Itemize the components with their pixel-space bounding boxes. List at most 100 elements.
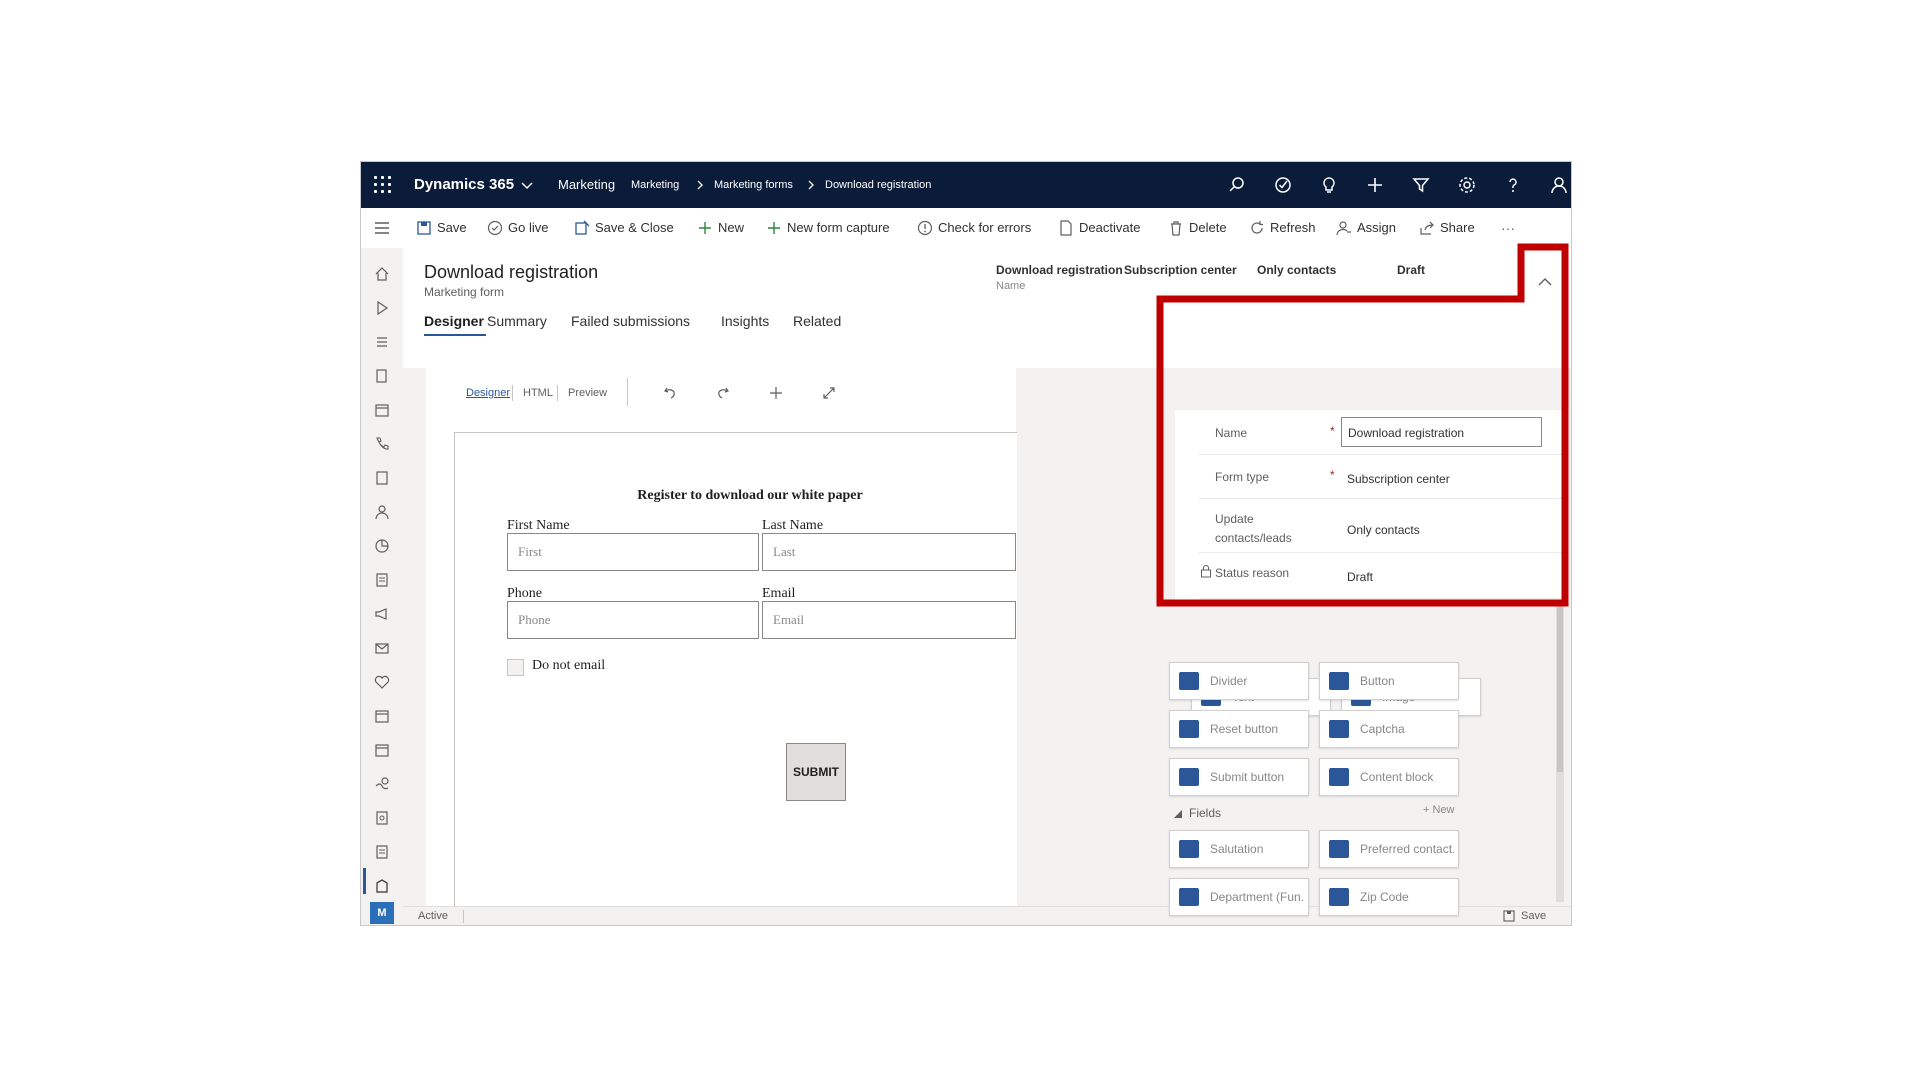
tab-failed-submissions[interactable]: Failed submissions [571, 313, 690, 329]
toolbox-button[interactable]: Button [1319, 662, 1459, 700]
email-input[interactable]: Email [762, 601, 1016, 639]
go-live-button[interactable]: Go live [487, 208, 555, 248]
field-preferred-contact[interactable]: Preferred contact... [1319, 830, 1459, 868]
last-name-input[interactable]: Last [762, 533, 1016, 571]
captcha-icon [1329, 720, 1349, 738]
field-salutation[interactable]: Salutation [1169, 830, 1309, 868]
area-name[interactable]: Marketing [558, 162, 615, 208]
divider-icon [1179, 672, 1199, 690]
segment-icon[interactable] [374, 538, 390, 554]
share-icon [1420, 221, 1434, 235]
book-icon[interactable] [374, 470, 390, 486]
calendar-alt-icon[interactable] [374, 742, 390, 758]
do-not-email-label: Do not email [532, 658, 606, 673]
expand-icon[interactable] [822, 386, 836, 400]
task-check-icon[interactable] [1273, 175, 1293, 195]
email-label: Email [762, 586, 796, 601]
document-icon[interactable] [374, 844, 390, 860]
undo-icon[interactable] [663, 386, 677, 400]
check-errors-button[interactable]: Check for errors [917, 208, 1037, 248]
hamburger-icon[interactable] [374, 221, 390, 235]
top-bar: Dynamics 365 Marketing Marketing Marketi… [361, 162, 1571, 208]
pages-icon[interactable] [374, 368, 390, 384]
designer-toolbar: Designer HTML Preview [426, 368, 1016, 418]
more-commands-button[interactable]: ··· [1501, 208, 1525, 248]
save-close-button[interactable]: Save & Close [574, 208, 679, 248]
new-form-capture-button[interactable]: New form capture [766, 208, 896, 248]
submit-button[interactable]: SUBMIT [786, 743, 846, 801]
app-window: Dynamics 365 Marketing Marketing Marketi… [360, 161, 1572, 926]
plus-icon[interactable] [1365, 175, 1385, 195]
form-canvas: Register to download our white paper Fir… [454, 432, 1017, 907]
area-switcher-icon[interactable]: M [370, 902, 394, 924]
chevron-down-icon[interactable] [521, 179, 533, 191]
list-icon[interactable] [374, 572, 390, 588]
left-navigation: M [361, 248, 404, 925]
info-icon [917, 220, 933, 236]
toolbox-submit-button[interactable]: Submit button [1169, 758, 1309, 796]
journey-icon[interactable] [374, 776, 390, 792]
toolbox-divider[interactable]: Divider [1169, 662, 1309, 700]
save-button[interactable]: Save [416, 208, 468, 248]
separator [557, 385, 558, 401]
new-button[interactable]: New [697, 208, 749, 248]
marketing-form-icon[interactable] [374, 878, 390, 894]
user-icon[interactable] [1549, 175, 1569, 195]
save-icon [1503, 910, 1515, 922]
deactivate-button[interactable]: Deactivate [1058, 208, 1148, 248]
first-name-input[interactable]: First [507, 533, 759, 571]
collapse-triangle-icon[interactable] [1173, 809, 1183, 819]
toolbox-reset-button[interactable]: Reset button [1169, 710, 1309, 748]
app-name[interactable]: Dynamics 365 [414, 162, 514, 208]
button-icon [1329, 672, 1349, 690]
assign-person-icon [1336, 221, 1351, 236]
contact-icon[interactable] [374, 504, 390, 520]
heart-icon[interactable] [374, 674, 390, 690]
search-icon[interactable] [1227, 175, 1247, 195]
gear-icon[interactable] [1457, 175, 1477, 195]
breadcrumb-item[interactable]: Marketing forms [714, 162, 793, 208]
redo-icon[interactable] [716, 386, 730, 400]
tab-insights[interactable]: Insights [721, 313, 769, 329]
add-icon[interactable] [769, 386, 783, 400]
mail-icon[interactable] [374, 640, 390, 656]
phone-input[interactable]: Phone [507, 601, 759, 639]
record-title: Download registration [424, 262, 599, 282]
tab-summary[interactable]: Summary [487, 313, 547, 329]
lightbulb-icon[interactable] [1319, 175, 1339, 195]
header-field-value: Download registration [996, 263, 1123, 277]
designer-tab-html[interactable]: HTML [523, 387, 553, 399]
separator [463, 910, 464, 923]
page-search-icon[interactable] [374, 810, 390, 826]
play-icon[interactable] [374, 300, 390, 316]
toolbox-content-block[interactable]: Content block [1319, 758, 1459, 796]
filter-icon[interactable] [1411, 175, 1431, 195]
tab-related[interactable]: Related [793, 313, 841, 329]
share-button[interactable]: Share [1419, 208, 1481, 248]
trash-icon [1171, 221, 1181, 236]
new-field-link[interactable]: + New [1423, 804, 1455, 816]
help-icon[interactable] [1503, 175, 1523, 195]
breadcrumb-item[interactable]: Marketing [631, 162, 679, 208]
phone-icon[interactable] [374, 436, 390, 452]
field-department[interactable]: Department (Fun... [1169, 878, 1309, 916]
pin-icon[interactable] [374, 334, 390, 350]
do-not-email-checkbox[interactable] [507, 659, 524, 676]
toolbox-elements-list: Divider Button Reset button Captcha Subm… [1169, 662, 1519, 916]
last-name-label: Last Name [762, 518, 824, 533]
designer-tab-preview[interactable]: Preview [568, 387, 607, 399]
designer-tab-designer[interactable]: Designer [466, 387, 510, 399]
event-icon[interactable] [374, 708, 390, 724]
status-save-button[interactable]: Save [1521, 910, 1546, 922]
home-icon[interactable] [374, 266, 390, 282]
delete-button[interactable]: Delete [1168, 208, 1230, 248]
app-launcher-icon[interactable] [373, 175, 393, 195]
assign-button[interactable]: Assign [1336, 208, 1401, 248]
tab-designer[interactable]: Designer [424, 313, 484, 329]
chevron-up-icon[interactable] [1538, 277, 1552, 287]
calendar-icon[interactable] [374, 402, 390, 418]
field-zip-code[interactable]: Zip Code [1319, 878, 1459, 916]
megaphone-icon[interactable] [374, 606, 390, 622]
refresh-button[interactable]: Refresh [1249, 208, 1319, 248]
toolbox-captcha[interactable]: Captcha [1319, 710, 1459, 748]
